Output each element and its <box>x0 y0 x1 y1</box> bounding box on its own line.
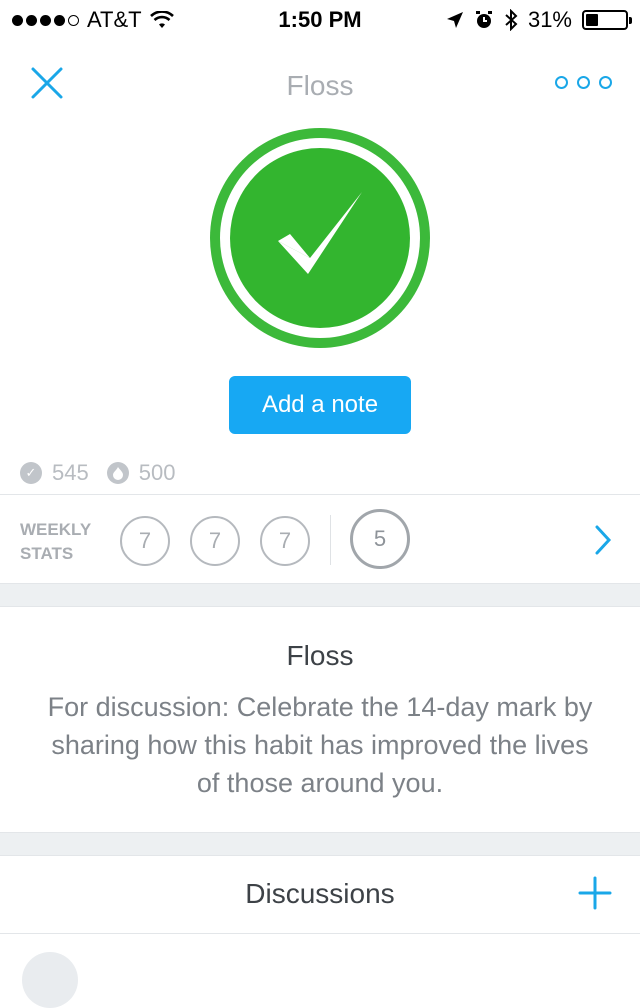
section-separator <box>0 583 640 607</box>
more-dot-icon <box>555 76 568 89</box>
streak-count: 500 <box>138 460 176 485</box>
divider <box>330 515 331 565</box>
discussions-title: Discussions <box>245 878 395 909</box>
add-discussion-button[interactable] <box>578 876 612 915</box>
more-dot-icon <box>599 76 612 89</box>
status-right: 31% <box>446 7 632 33</box>
alarm-icon <box>475 11 492 28</box>
week-stat-circle[interactable]: 7 <box>190 516 240 566</box>
divider <box>0 933 640 934</box>
weekly-stats-label: WEEKLY STATS <box>20 518 91 566</box>
location-arrow-icon <box>446 12 463 28</box>
checkmark-badge-icon: ✓ <box>20 462 42 484</box>
add-note-button[interactable]: Add a note <box>229 376 411 434</box>
battery-percent: 31% <box>527 7 572 32</box>
bluetooth-icon <box>505 9 518 31</box>
week-stat-circle[interactable]: 7 <box>120 516 170 566</box>
weekly-label-line1: WEEKLY <box>20 520 92 539</box>
card-title: Floss <box>286 640 354 671</box>
status-bar: AT&T 1:50 PM 31% <box>0 0 640 40</box>
weekly-label-line2: STATS <box>20 544 74 563</box>
avatar[interactable] <box>22 952 78 1008</box>
chevron-right-icon <box>595 525 612 555</box>
more-button[interactable] <box>555 76 612 89</box>
plus-icon <box>578 876 612 910</box>
weekly-stats-next-button[interactable] <box>594 524 612 561</box>
habit-counts: ✓ 545 500 <box>20 460 175 486</box>
card-description: For discussion: Celebrate the 14-day mar… <box>47 692 593 798</box>
more-dot-icon <box>577 76 590 89</box>
divider <box>0 494 640 495</box>
week-stat-circle[interactable]: 7 <box>260 516 310 566</box>
section-separator <box>0 832 640 856</box>
page-title: Floss <box>286 70 354 101</box>
checkin-button[interactable] <box>210 128 430 348</box>
current-week-circle[interactable]: 5 <box>350 509 410 569</box>
checkmark-icon <box>278 192 362 274</box>
flame-badge-icon <box>106 462 129 484</box>
battery-icon <box>582 10 632 30</box>
checkin-count: 545 <box>52 460 89 485</box>
